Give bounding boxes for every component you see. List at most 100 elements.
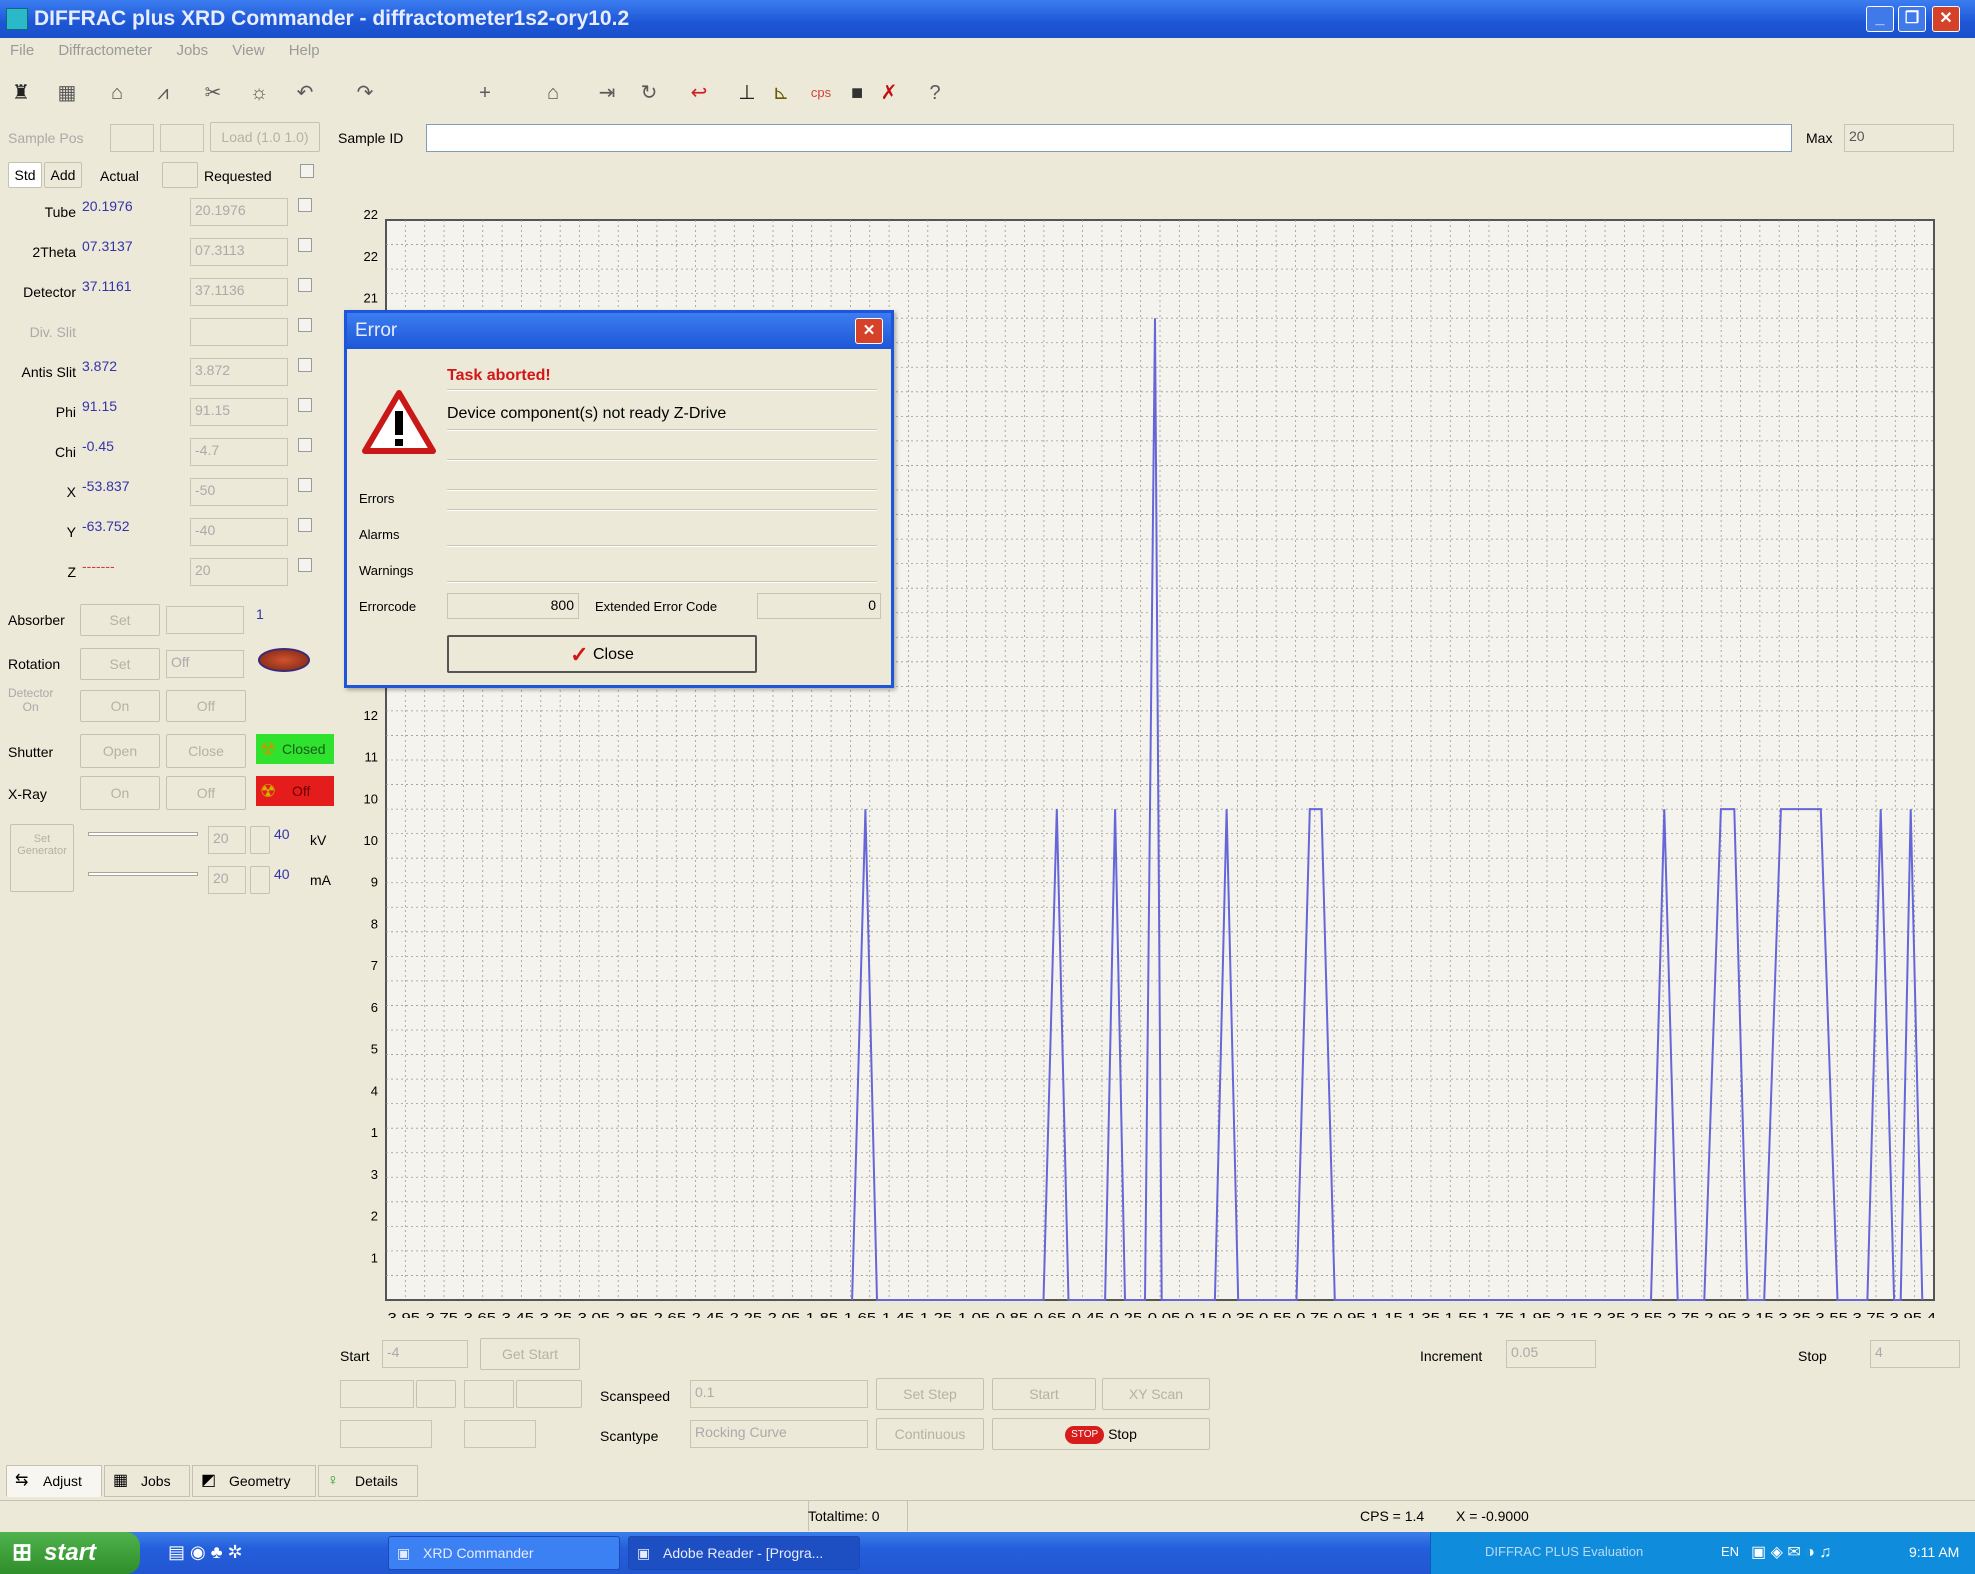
absorber-select[interactable] [166,606,244,634]
drive-requested-input[interactable]: 91.15 [190,398,288,426]
ma-set-field[interactable]: 20 [208,866,246,894]
tab-jobs[interactable]: ▦ Jobs [104,1465,190,1497]
requested-checkbox[interactable] [300,164,314,178]
drive-checkbox[interactable] [298,318,312,332]
drive-requested-input[interactable]: 20 [190,558,288,586]
rotate-icon[interactable]: ↻ [636,80,662,106]
ma-slider[interactable] [88,872,198,876]
drive-checkbox[interactable] [298,558,312,572]
bulb-icon[interactable]: ☼ [246,80,272,106]
detector-off-button[interactable]: Off [166,690,246,722]
scanspeed-field[interactable]: 0.1 [690,1380,868,1408]
language-indicator[interactable]: EN [1721,1544,1739,1559]
drive-requested-input[interactable]: 3.872 [190,358,288,386]
dialog-close-icon[interactable]: ✕ [855,318,883,344]
angle-spinner[interactable] [416,1380,456,1408]
continuous-button[interactable]: Continuous [876,1418,984,1450]
stop-field[interactable]: 4 [1870,1340,1960,1368]
angle-field-1[interactable] [340,1380,414,1408]
drive-requested-input[interactable]: -40 [190,518,288,546]
rotation-select[interactable]: Off [166,650,244,678]
chart-icon[interactable]: ⩘ [150,80,176,106]
load-button[interactable]: Load (1.0 1.0) [210,122,320,152]
tab-adjust[interactable]: ⇆ Adjust [6,1465,102,1497]
dialog-close-button[interactable]: ✓ Close [447,635,757,673]
tab-add[interactable]: Add [44,162,82,188]
set-step-button[interactable]: Set Step [876,1378,984,1410]
pin-icon[interactable]: ✗ [876,80,902,106]
tab-geometry[interactable]: ◩ Geometry [192,1465,316,1497]
offset-field-1[interactable] [340,1420,432,1448]
xray-on-button[interactable]: On [80,776,160,810]
stop-grid-icon[interactable]: ▦ [54,80,80,106]
align-icon[interactable]: ♜ [8,80,34,106]
drive-requested-input[interactable] [190,318,288,346]
offset-field-2[interactable] [464,1420,536,1448]
shutter-open-button[interactable]: Open [80,734,160,768]
tray-icons[interactable]: ▣ ◈ ✉ ◑ ♫ [1751,1542,1831,1562]
xray-off-button[interactable]: Off [166,776,246,810]
arrow-icon[interactable]: ⇥ [594,80,620,106]
menu-diffractometer[interactable]: Diffractometer [48,40,162,61]
drive-requested-input[interactable]: 37.1136 [190,278,288,306]
drive-requested-input[interactable]: -50 [190,478,288,506]
start-button[interactable]: ⊞ start [0,1532,140,1574]
axis2-icon[interactable]: ⊾ [768,80,794,106]
copy-actual-button[interactable] [162,162,198,188]
stop-button[interactable]: STOP Stop [992,1418,1210,1450]
drive-requested-input[interactable]: 20.1976 [190,198,288,226]
get-start-button[interactable]: Get Start [480,1338,580,1370]
axis-icon[interactable]: ⊥ [734,80,760,106]
tab-details[interactable]: ♀ Details [318,1465,418,1497]
menu-jobs[interactable]: Jobs [166,40,218,61]
undo-icon[interactable]: ↶ [292,80,318,106]
stop-square-icon[interactable]: ■ [844,80,870,106]
menu-help[interactable]: Help [279,40,330,61]
angle-field-2[interactable] [464,1380,514,1408]
maximize-button[interactable]: ❐ [1898,6,1926,32]
start-scan-button[interactable]: Start [992,1378,1096,1410]
rotation-set-button[interactable]: Set [80,648,160,680]
menu-file[interactable]: File [0,40,44,61]
drive-checkbox[interactable] [298,398,312,412]
ma-spinner[interactable] [250,866,270,894]
shutter-close-button[interactable]: Close [166,734,246,768]
quick-launch-icons[interactable]: ▤ ◉ ♣ ✲ [168,1542,243,1563]
tab-std[interactable]: Std [8,162,42,188]
task-adobe-reader[interactable]: ▣ Adobe Reader - [Progra... [628,1536,860,1570]
set-generator-button[interactable]: Set Generator [10,824,74,892]
drive-requested-input[interactable]: 07.3113 [190,238,288,266]
drive-checkbox[interactable] [298,358,312,372]
drive-checkbox[interactable] [298,518,312,532]
menu-view[interactable]: View [222,40,274,61]
kv-set-field[interactable]: 20 [208,826,246,854]
kv-spinner[interactable] [250,826,270,854]
drive-requested-input[interactable]: -4.7 [190,438,288,466]
cut-icon[interactable]: ✂ [200,80,226,106]
tools-icon[interactable]: ⌂ [104,80,130,106]
task-xrd-commander[interactable]: ▣ XRD Commander [388,1536,620,1570]
close-window-button[interactable]: ✕ [1932,6,1960,32]
sample-pos-label: Sample Pos [8,130,84,146]
crosshair-icon[interactable]: + [472,80,498,106]
redo-icon[interactable]: ↷ [352,80,378,106]
increment-field[interactable]: 0.05 [1506,1340,1596,1368]
drive-checkbox[interactable] [298,438,312,452]
return-icon[interactable]: ↩ [686,80,712,106]
angle-set-button[interactable] [516,1380,582,1408]
drive-checkbox[interactable] [298,478,312,492]
scantype-select[interactable]: Rocking Curve [690,1420,868,1448]
drive-checkbox[interactable] [298,238,312,252]
counts-icon[interactable]: cps [808,80,834,106]
help-icon[interactable]: ? [922,80,948,106]
home-icon[interactable]: ⌂ [540,80,566,106]
xy-scan-button[interactable]: XY Scan [1102,1378,1210,1410]
sample-id-input[interactable] [426,124,1792,152]
drive-checkbox[interactable] [298,278,312,292]
start-field[interactable]: -4 [382,1340,468,1368]
minimize-button[interactable]: _ [1866,6,1894,32]
drive-checkbox[interactable] [298,198,312,212]
kv-slider[interactable] [88,832,198,836]
absorber-set-button[interactable]: Set [80,604,160,636]
detector-on-button[interactable]: On [80,690,160,722]
